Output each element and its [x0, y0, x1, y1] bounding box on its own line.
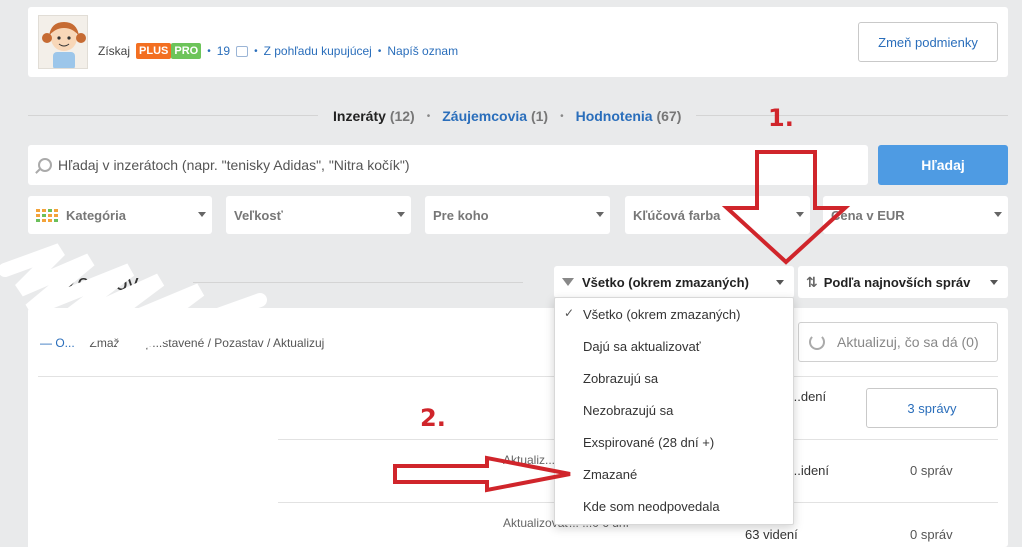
- annotation-arrows: [393, 150, 851, 493]
- right-arrow: [393, 455, 571, 493]
- down-arrow: [721, 150, 851, 265]
